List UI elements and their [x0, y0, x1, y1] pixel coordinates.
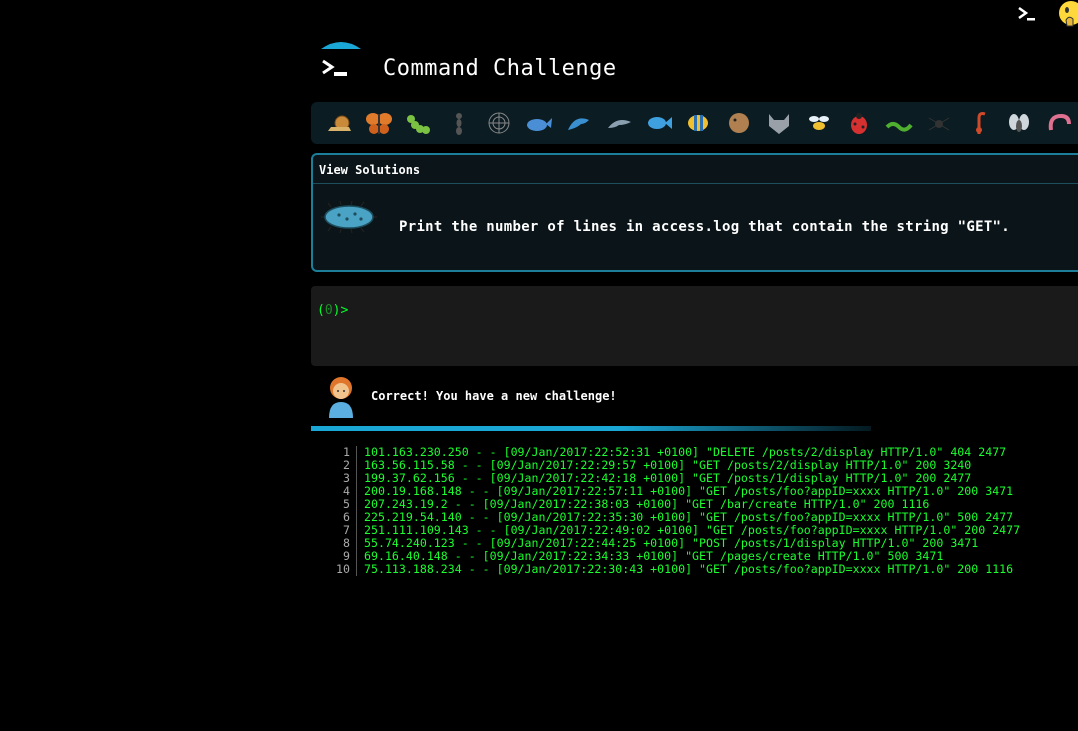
- spider-icon[interactable]: [919, 108, 959, 138]
- log-line: 6 225.219.54.140 - - [09/Jan/2017:22:35:3…: [311, 511, 1078, 524]
- log-line-text: 69.16.40.148 - - [09/Jan/2017:22:34:33 +…: [364, 550, 944, 563]
- worm-icon[interactable]: [879, 108, 919, 138]
- gutter-divider: [356, 537, 357, 550]
- log-line-text: 199.37.62.156 - - [09/Jan/2017:22:42:18 …: [364, 472, 972, 485]
- log-line: 8 55.74.240.123 - - [09/Jan/2017:22:44:25…: [311, 537, 1078, 550]
- gutter-divider: [356, 498, 357, 511]
- fish-icon[interactable]: [639, 108, 679, 138]
- fly-icon[interactable]: [999, 108, 1039, 138]
- scorpion-icon[interactable]: [959, 108, 999, 138]
- gutter-divider: [356, 550, 357, 563]
- spider-web-icon[interactable]: [479, 108, 519, 138]
- log-line: 3 199.37.62.156 - - [09/Jan/2017:22:42:18…: [311, 472, 1078, 485]
- terminal-icon[interactable]: [1017, 6, 1037, 22]
- tropical-fish-icon[interactable]: [679, 108, 719, 138]
- log-line: 2 163.56.115.58 - - [09/Jan/2017:22:29:57…: [311, 459, 1078, 472]
- page-title: Command Challenge: [383, 56, 617, 81]
- log-line-text: 251.111.109.143 - - [09/Jan/2017:22:49:0…: [364, 524, 1021, 537]
- caterpillar-icon[interactable]: [399, 108, 439, 138]
- log-line-text: 163.56.115.58 - - [09/Jan/2017:22:29:57 …: [364, 459, 972, 472]
- gutter-divider: [356, 472, 357, 485]
- microbe-icon: [321, 200, 377, 234]
- terminal-prompt: (0)>: [317, 303, 348, 318]
- dolphin-gray-icon[interactable]: [599, 108, 639, 138]
- gutter-divider: [356, 524, 357, 537]
- log-line: 5 207.243.19.2 - - [09/Jan/2017:22:38:03 …: [311, 498, 1078, 511]
- command-challenge-logo-icon: [318, 40, 364, 82]
- panel-divider: [313, 183, 1078, 184]
- prompt-count: 0: [324, 303, 333, 318]
- gutter-divider: [356, 459, 357, 472]
- view-solutions-link[interactable]: View Solutions: [319, 163, 420, 177]
- gutter-divider: [356, 563, 357, 576]
- log-line: 7 251.111.109.143 - - [09/Jan/2017:22:49:…: [311, 524, 1078, 537]
- blowfish-icon[interactable]: [719, 108, 759, 138]
- line-number: 10: [336, 562, 350, 576]
- gutter-divider: [356, 511, 357, 524]
- gutter-divider: [356, 446, 357, 459]
- log-line-text: 225.219.54.140 - - [09/Jan/2017:22:35:30…: [364, 511, 1014, 524]
- wolf-icon[interactable]: [759, 108, 799, 138]
- snail-icon[interactable]: [319, 108, 359, 138]
- log-line: 9 69.16.40.148 - - [09/Jan/2017:22:34:33 …: [311, 550, 1078, 563]
- feedback-message: Correct! You have a new challenge!: [311, 376, 1078, 428]
- log-file-view: 1 101.163.230.250 - - [09/Jan/2017:22:52:…: [311, 446, 1078, 586]
- challenge-description: Print the number of lines in access.log …: [399, 219, 1011, 235]
- challenge-panel: View Solutions Print the number of lines…: [311, 153, 1078, 272]
- log-line: 4 200.19.168.148 - - [09/Jan/2017:22:57:1…: [311, 485, 1078, 498]
- prompt-close: )>: [332, 303, 349, 318]
- feedback-text: Correct! You have a new challenge!: [371, 389, 617, 403]
- dolphin-icon[interactable]: [559, 108, 599, 138]
- log-line-text: 75.113.188.234 - - [09/Jan/2017:22:30:43…: [364, 563, 1014, 576]
- log-line: 10 75.113.188.234 - - [09/Jan/2017:22:30:…: [311, 563, 1078, 576]
- gutter-divider: [356, 485, 357, 498]
- ladybug-icon[interactable]: [839, 108, 879, 138]
- log-line-text: 55.74.240.123 - - [09/Jan/2017:22:44:25 …: [364, 537, 979, 550]
- shrimp-icon[interactable]: [1039, 108, 1078, 138]
- log-line: 1 101.163.230.250 - - [09/Jan/2017:22:52:…: [311, 446, 1078, 459]
- log-line-text: 101.163.230.250 - - [09/Jan/2017:22:52:3…: [364, 446, 1007, 459]
- log-line-text: 200.19.168.148 - - [09/Jan/2017:22:57:11…: [364, 485, 1014, 498]
- face-emoji-icon[interactable]: [1056, 0, 1078, 28]
- butterfly-icon[interactable]: [359, 108, 399, 138]
- whale-icon[interactable]: [519, 108, 559, 138]
- progress-bar: [311, 426, 871, 431]
- bee-icon[interactable]: [799, 108, 839, 138]
- prompt-open: (: [317, 303, 325, 318]
- page-header: Command Challenge: [318, 40, 718, 84]
- terminal-input[interactable]: (0)>: [311, 286, 1078, 366]
- log-line-text: 207.243.19.2 - - [09/Jan/2017:22:38:03 +…: [364, 498, 930, 511]
- ant-icon[interactable]: [439, 108, 479, 138]
- challenge-progress-strip: [311, 102, 1078, 144]
- person-avatar-icon: [325, 376, 357, 418]
